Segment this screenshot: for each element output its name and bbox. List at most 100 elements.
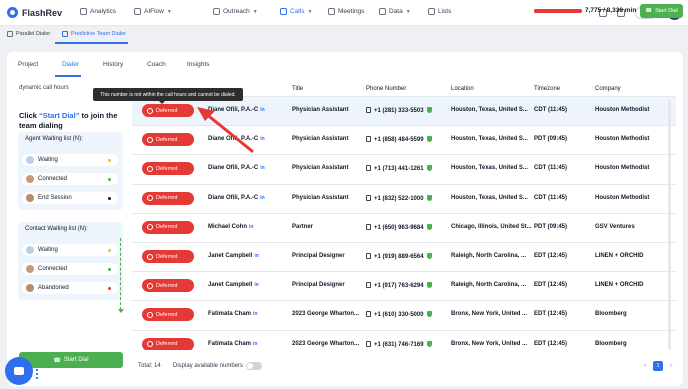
status-badge[interactable]: Deferred	[142, 162, 194, 176]
next-page-button[interactable]: >	[666, 361, 676, 371]
contact-name[interactable]: Diane Ofili, P.A.-C in	[208, 165, 265, 171]
contact-title: 2023 George Wharton...	[292, 311, 360, 318]
status-label: Deferred	[156, 224, 178, 231]
phone-text: +1 (832) 522-1000	[374, 195, 424, 202]
subtab-parallel-dialer[interactable]: Parallel Dialer	[7, 31, 50, 37]
start-dial-button-bottom[interactable]: ☎ Start Dial	[19, 352, 123, 368]
nav-aiflow[interactable]: AIFlow ▼	[134, 8, 172, 15]
status-label: Deferred	[156, 341, 178, 348]
tab-dialer[interactable]: Dialer	[62, 61, 79, 68]
table-row[interactable]: Deferred Michael Cohn in Partner +1 (650) 96…	[132, 212, 676, 242]
contact-title: Physician Assistant	[292, 194, 349, 201]
contact-connected-item[interactable]: Connected	[22, 263, 118, 275]
table-row[interactable]: Deferred Fatimata Cham in 2023 George Whart…	[132, 329, 676, 350]
contact-name[interactable]: Fatimata Cham in	[208, 341, 257, 347]
nav-meetings[interactable]: Meetings	[328, 8, 364, 15]
header-timezone[interactable]: Timezone	[534, 86, 560, 92]
contact-phone[interactable]: +1 (713) 441-1261	[366, 165, 432, 172]
linkedin-icon[interactable]: in	[260, 165, 264, 171]
linkedin-icon[interactable]: in	[254, 282, 258, 288]
contact-phone[interactable]: +1 (917) 763-6294	[366, 282, 432, 289]
contact-name[interactable]: Fatimata Cham in	[208, 311, 257, 317]
avatar	[26, 175, 34, 183]
contact-timezone: PDT (09:45)	[534, 223, 568, 230]
table-row[interactable]: Deferred Diane Ofili, P.A.-C in Physician A…	[132, 183, 676, 213]
prev-page-button[interactable]: <	[640, 361, 650, 371]
team-icon	[62, 31, 68, 37]
table-scrollbar[interactable]	[668, 100, 671, 350]
subtab-predictive-team-dialer[interactable]: Predictive Team Dialer	[62, 31, 126, 37]
chat-support-icon[interactable]	[5, 357, 33, 385]
status-badge[interactable]: Deferred	[142, 133, 194, 147]
grid-dots-icon[interactable]	[35, 368, 39, 380]
status-label: Deferred	[156, 136, 178, 143]
linkedin-icon[interactable]: in	[253, 311, 257, 317]
contact-phone[interactable]: +1 (631) 746-7169	[366, 340, 432, 348]
deferred-icon	[147, 195, 153, 202]
display-available-toggle[interactable]	[246, 362, 262, 370]
agent-connected-item[interactable]: Connected	[22, 173, 118, 185]
status-badge[interactable]: Deferred	[142, 104, 194, 117]
phone-icon	[366, 253, 371, 259]
contact-waiting-item[interactable]: Waiting	[22, 244, 118, 256]
header-location[interactable]: Location	[451, 86, 474, 92]
status-badge[interactable]: Deferred	[142, 279, 194, 293]
contact-name[interactable]: Janet Campbell in	[208, 282, 259, 288]
header-title[interactable]: Title	[292, 86, 303, 92]
contact-location: Chicago, Illinois, United St...	[451, 223, 532, 230]
name-text: Diane Ofili, P.A.-C	[208, 194, 259, 201]
table-row[interactable]: Deferred Diane Ofili, P.A.-C in Physician A…	[132, 154, 676, 183]
table-row[interactable]: Deferred Janet Campbell in Principal Design…	[132, 271, 676, 300]
avatar	[26, 284, 34, 292]
phone-icon: ☎	[645, 8, 653, 14]
total-count: Total: 14	[138, 363, 161, 369]
header-phone[interactable]: Phone Number	[366, 86, 406, 92]
linkedin-icon[interactable]: in	[260, 195, 264, 201]
app-logo[interactable]: FlashRev	[7, 7, 77, 18]
page-1-button[interactable]: 1	[653, 361, 663, 371]
contact-name[interactable]: Diane Ofili, P.A.-C in	[208, 195, 265, 201]
tab-history[interactable]: History	[103, 61, 123, 68]
tab-insights[interactable]: Insights	[187, 61, 209, 68]
status-badge[interactable]: Deferred	[142, 337, 194, 350]
nav-calls[interactable]: Calls ▼	[280, 8, 312, 15]
contact-waiting-list: Contact Waiting list (N): Waiting Connec…	[18, 222, 123, 300]
contact-name[interactable]: Janet Campbell in	[208, 253, 259, 259]
contact-phone[interactable]: +1 (650) 963-9684	[366, 223, 432, 231]
status-badge[interactable]: Deferred	[142, 308, 194, 322]
contact-phone[interactable]: +1 (610) 330-5000	[366, 311, 432, 318]
contact-name[interactable]: Michael Cohn in	[208, 224, 253, 230]
contact-phone[interactable]: +1 (281) 333-5503	[366, 107, 432, 114]
header-company[interactable]: Company	[595, 86, 621, 92]
nav-data[interactable]: Data ▼	[379, 8, 411, 15]
deferred-icon	[147, 282, 153, 289]
contact-phone[interactable]: +1 (832) 522-1000	[366, 194, 432, 202]
linkedin-icon[interactable]: in	[253, 341, 257, 347]
nav-lists[interactable]: Lists	[428, 8, 451, 15]
contact-phone[interactable]: +1 (858) 484-5599	[366, 136, 432, 143]
nav-analytics[interactable]: Analytics	[80, 8, 116, 15]
table-row[interactable]: Deferred Janet Campbell in Principal Design…	[132, 242, 676, 271]
status-dot	[108, 158, 111, 162]
start-dial-button-top[interactable]: ☎ Start Dial	[640, 4, 683, 18]
tab-project[interactable]: Project	[18, 61, 38, 68]
linkedin-icon[interactable]: in	[260, 107, 264, 113]
phone-text: +1 (631) 746-7169	[374, 341, 424, 348]
status-badge[interactable]: Deferred	[142, 191, 194, 205]
linkedin-icon[interactable]: in	[249, 224, 253, 230]
linkedin-icon[interactable]: in	[260, 136, 264, 142]
table-row[interactable]: Deferred Fatimata Cham in 2023 George Whart…	[132, 300, 676, 329]
contact-abandoned-item[interactable]: Abandoned	[22, 282, 118, 294]
agent-waiting-item[interactable]: Waiting	[22, 154, 118, 166]
tab-coach[interactable]: Coach	[147, 61, 166, 68]
status-badge[interactable]: Deferred	[142, 220, 194, 234]
contact-timezone: CDT (11:45)	[534, 165, 568, 172]
linkedin-icon[interactable]: in	[254, 253, 258, 259]
status-badge[interactable]: Deferred	[142, 250, 194, 263]
contact-phone[interactable]: +1 (919) 889-6564	[366, 253, 432, 260]
status-label: Deferred	[156, 311, 178, 318]
nav-outreach[interactable]: Outreach ▼	[213, 8, 258, 15]
phone-text: +1 (858) 484-5599	[374, 137, 424, 144]
agent-end-session-item[interactable]: End Session	[22, 192, 118, 204]
contact-timezone: EDT (12:45)	[534, 340, 568, 347]
